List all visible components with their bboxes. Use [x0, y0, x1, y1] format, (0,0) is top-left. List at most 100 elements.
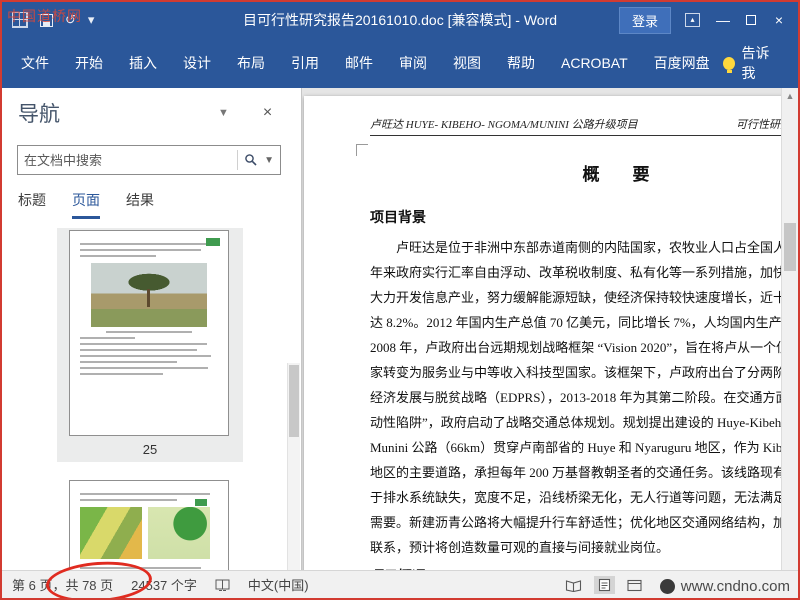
body-line: 年来政府实行汇率自由浮动、改革税收制度、私有化等一系列措施，加快发展农 [370, 265, 798, 280]
window-title: 目可行性研究报告20161010.doc [兼容模式] - Word [242, 12, 558, 28]
titlebar-controls: 登录 ▴ — × [618, 6, 798, 34]
tab-review[interactable]: 审阅 [386, 38, 440, 88]
search-divider [237, 150, 239, 170]
ribbon-tab-bar: 文件 开始 插入 设计 布局 引用 邮件 审阅 视图 帮助 ACROBAT 百度… [2, 38, 798, 88]
language-indicator[interactable]: 中文(中国) [248, 575, 309, 594]
read-mode-icon[interactable] [561, 577, 586, 594]
web-layout-icon[interactable] [623, 577, 646, 594]
body-line: 经济发展与脱贫战略（EDPRS），2013-2018 年为其第二阶段。在交通方面… [370, 390, 798, 405]
search-dropdown-icon[interactable]: ▼ [264, 155, 274, 166]
navigation-tabs: 标题 页面 结果 [18, 190, 154, 219]
maximize-button[interactable] [746, 15, 756, 25]
close-button[interactable]: × [770, 12, 788, 28]
thumbnail-maps [80, 499, 218, 559]
body-line: 联系，预计将创造数量可观的直接与间接就业岗位。 [370, 540, 670, 555]
section-heading-background: 项目背景 [370, 211, 426, 226]
thumbnail-text-line [80, 343, 207, 345]
navigation-pane: 导航 ▼ × ▼ 标题 页面 结果 [2, 88, 302, 570]
thumbnail-page-number: 25 [142, 442, 158, 457]
nav-tab-headings[interactable]: 标题 [18, 190, 46, 219]
thumbnail-text-line [80, 337, 136, 339]
document-scrollbar-thumb[interactable] [784, 223, 796, 271]
scroll-up-icon[interactable]: ▲ [782, 88, 798, 101]
thumbnail-text-line [80, 243, 213, 245]
page-thumbnail-25[interactable] [69, 230, 229, 436]
navigation-close-icon[interactable]: × [263, 104, 272, 122]
thumbnail-highlight-chip [206, 238, 220, 246]
body-paragraph: 卢旺达是位于非洲中东部赤道南侧的内陆国家，农牧业人口占全国人口的 年来政府实行汇… [370, 235, 798, 560]
page-thumbnails-list: 25 [2, 223, 301, 570]
document-title: 概 要 [582, 165, 658, 184]
margin-corner-mark [356, 144, 368, 156]
thumbnail-photo-savanna [91, 263, 207, 327]
body-line: 家转变为服务业与中等收入科技型国家。该框架下，卢政府出台了分两阶段实 [370, 365, 798, 380]
tab-design[interactable]: 设计 [170, 38, 224, 88]
nav-tab-pages[interactable]: 页面 [72, 190, 100, 219]
tab-view[interactable]: 视图 [440, 38, 494, 88]
qat-customize-icon[interactable]: ▾ [88, 12, 95, 28]
search-icon[interactable] [244, 153, 258, 167]
print-layout-icon[interactable] [594, 576, 615, 594]
thumbnail-text-line [80, 493, 210, 495]
document-scrollbar[interactable]: ▲ [781, 88, 798, 570]
proofing-icon[interactable] [215, 578, 230, 592]
tab-file[interactable]: 文件 [8, 38, 62, 88]
navigation-options-icon[interactable]: ▼ [218, 107, 229, 119]
document-search-box[interactable]: ▼ [17, 145, 281, 175]
body-line: 大力开发信息产业，努力缓解能源短缺，使经济保持较快速度增长，近十年年均 [370, 290, 798, 305]
thumbnail-text-line [80, 361, 177, 363]
navigation-scrollbar[interactable] [287, 363, 300, 570]
tab-help[interactable]: 帮助 [494, 38, 548, 88]
body-line: 于排水系统缺失，宽度不足，沿线桥梁无化，无人行道等问题，无法满足地区 [370, 490, 798, 505]
ribbon-display-options-icon[interactable]: ▴ [685, 13, 700, 27]
tab-insert[interactable]: 插入 [116, 38, 170, 88]
search-input[interactable] [24, 152, 232, 168]
document-area: 卢旺达 HUYE- KIBEHO- NGOMA/MUNINI 公路升级项目 可行… [302, 88, 798, 570]
thumbnail-text-line [80, 349, 198, 351]
nav-tab-results[interactable]: 结果 [126, 190, 154, 219]
word-window: ↺ ▾ 目可行性研究报告20161010.doc [兼容模式] - Word 登… [0, 0, 800, 600]
document-page[interactable]: 卢旺达 HUYE- KIBEHO- NGOMA/MUNINI 公路升级项目 可行… [304, 96, 798, 570]
tab-layout[interactable]: 布局 [224, 38, 278, 88]
tab-mailings[interactable]: 邮件 [332, 38, 386, 88]
body-line: 需要。新建沥青公路将大幅提升行车舒适性；优化地区交通网络结构，加强地 [370, 515, 798, 530]
title-bar: ↺ ▾ 目可行性研究报告20161010.doc [兼容模式] - Word 登… [2, 2, 798, 38]
sign-in-button[interactable]: 登录 [618, 6, 671, 34]
body-line: 地区的主要道路，承担每年 200 万基督教朝圣者的交通任务。该线路现有的砾 [370, 465, 798, 480]
minimize-button[interactable]: — [714, 12, 732, 28]
thumbnail-map-image [148, 499, 210, 559]
watermark-bottom-right: www.cndno.com [659, 578, 790, 595]
thumbnail-caption-line [106, 331, 192, 333]
thumbnail-map-image [80, 507, 142, 559]
page-header: 卢旺达 HUYE- KIBEHO- NGOMA/MUNINI 公路升级项目 可行… [370, 116, 798, 136]
tell-me-label: 告诉我 [741, 45, 770, 81]
thumbnail-text-line [80, 367, 209, 369]
thumbnail-text-line [80, 249, 202, 251]
watermark-url: www.cndno.com [680, 578, 790, 595]
thumbnail-highlight: 25 [57, 228, 243, 462]
main-area: 导航 ▼ × ▼ 标题 页面 结果 [2, 88, 798, 570]
thumbnail-text-line [80, 499, 177, 501]
header-left-text: 卢旺达 HUYE- KIBEHO- NGOMA/MUNINI 公路升级项目 [370, 119, 638, 131]
navigation-header: 导航 ▼ × [18, 98, 289, 128]
thumbnail-text-line [80, 255, 156, 257]
body-line: 卢旺达是位于非洲中东部赤道南侧的内陆国家，农牧业人口占全国人口的 [396, 240, 798, 255]
tell-me-box[interactable]: 告诉我 [722, 43, 798, 83]
tab-references[interactable]: 引用 [278, 38, 332, 88]
navigation-scrollbar-thumb[interactable] [289, 365, 299, 437]
body-line: 达 8.2%。2012 年国内生产总值 70 亿美元，同比增长 7%，人均国内生… [370, 315, 798, 330]
thumbnail-text-line [80, 373, 163, 375]
tab-home[interactable]: 开始 [62, 38, 116, 88]
navigation-title: 导航 [18, 103, 60, 126]
watermark-top-left: 中国道桥网 [7, 8, 82, 24]
thumbnail-text-line [80, 355, 212, 357]
page-thumbnail-26[interactable] [69, 480, 229, 570]
tab-baidu-netdisk[interactable]: 百度网盘 [641, 38, 723, 88]
body-line: Munini 公路（66km）贯穿卢南部省的 Huye 和 Nyaruguru … [370, 440, 798, 455]
view-shortcuts [561, 576, 646, 594]
watermark-logo-icon [659, 579, 675, 594]
lightbulb-icon [722, 56, 735, 73]
body-line: 动性陷阱”，政府启动了战略交通总体规划。规划提出建设的 Huye-Kibeho- [370, 415, 793, 430]
body-line: 2008 年，卢政府出台远期规划战略框架 “Vision 2020”，旨在将卢从… [370, 340, 798, 355]
tab-acrobat[interactable]: ACROBAT [548, 38, 641, 88]
